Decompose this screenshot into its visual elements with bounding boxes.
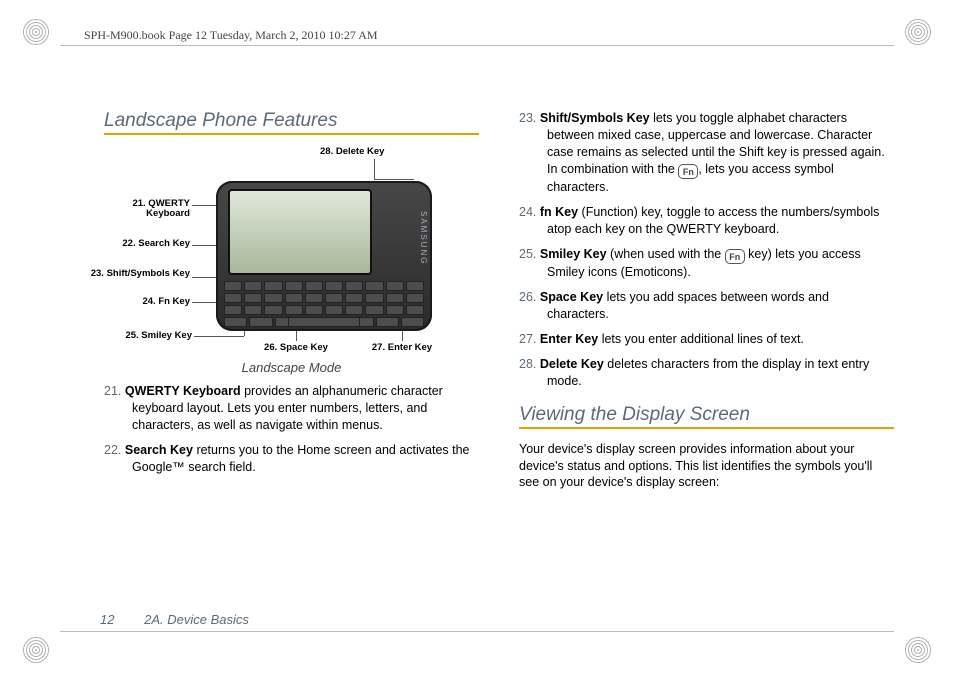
- leader-line: [194, 336, 244, 337]
- callout-26: 26. Space Key: [256, 343, 336, 353]
- item-term: Enter Key: [540, 332, 598, 346]
- page-footer: 12 2A. Device Basics: [100, 612, 249, 627]
- fn-key-icon: Fn: [678, 164, 698, 179]
- item-term: Space Key: [540, 290, 603, 304]
- feature-list-left: 21. QWERTY Keyboard provides an alphanum…: [104, 383, 479, 475]
- display-intro-paragraph: Your device's display screen provides in…: [519, 441, 894, 492]
- rule-line: [60, 631, 894, 632]
- item-term: Shift/Symbols Key: [540, 111, 650, 125]
- item-number: 21.: [104, 384, 125, 398]
- item-number: 22.: [104, 443, 125, 457]
- spacebar-key: [288, 317, 360, 327]
- item-number: 24.: [519, 205, 540, 219]
- callout-24: 24. Fn Key: [126, 297, 190, 307]
- item-number: 25.: [519, 247, 540, 261]
- leader-line: [374, 179, 414, 180]
- item-term: QWERTY Keyboard: [125, 384, 241, 398]
- feature-item: 23. Shift/Symbols Key lets you toggle al…: [519, 110, 894, 196]
- item-number: 28.: [519, 357, 540, 371]
- feature-list-right: 23. Shift/Symbols Key lets you toggle al…: [519, 110, 894, 390]
- landscape-phone-figure: 28. Delete Key 21. QWERTY Keyboard 22. S…: [104, 147, 479, 375]
- callout-25: 25. Smiley Key: [104, 331, 192, 341]
- callout-23: 23. Shift/Symbols Key: [84, 269, 190, 279]
- page-body: Landscape Phone Features 28. Delete Key …: [104, 110, 894, 612]
- callout-27: 27. Enter Key: [362, 343, 442, 353]
- phone-illustration: SAMSUNG: [216, 181, 432, 331]
- left-column: Landscape Phone Features 28. Delete Key …: [104, 110, 479, 612]
- section-title-landscape: Landscape Phone Features: [104, 110, 479, 135]
- page-number: 12: [100, 612, 114, 627]
- item-term: Delete Key: [540, 357, 604, 371]
- phone-screen: [228, 189, 372, 275]
- corner-ornament-icon: [22, 18, 50, 46]
- right-column: 23. Shift/Symbols Key lets you toggle al…: [519, 110, 894, 612]
- callout-21: 21. QWERTY Keyboard: [98, 199, 190, 219]
- feature-item: 28. Delete Key deletes characters from t…: [519, 356, 894, 390]
- figure-caption: Landscape Mode: [104, 360, 479, 375]
- corner-ornament-icon: [904, 636, 932, 664]
- feature-item: 21. QWERTY Keyboard provides an alphanum…: [104, 383, 479, 434]
- item-number: 27.: [519, 332, 540, 346]
- item-term: Smiley Key: [540, 247, 607, 261]
- corner-ornament-icon: [904, 18, 932, 46]
- feature-item: 26. Space Key lets you add spaces betwee…: [519, 289, 894, 323]
- corner-ornament-icon: [22, 636, 50, 664]
- leader-line: [374, 159, 375, 179]
- callout-22: 22. Search Key: [98, 239, 190, 249]
- item-term: Search Key: [125, 443, 193, 457]
- callout-28: 28. Delete Key: [320, 147, 384, 157]
- rule-line: [60, 45, 894, 46]
- feature-item: 27. Enter Key lets you enter additional …: [519, 331, 894, 348]
- item-number: 23.: [519, 111, 540, 125]
- section-title-display: Viewing the Display Screen: [519, 404, 894, 429]
- item-number: 26.: [519, 290, 540, 304]
- feature-item: 25. Smiley Key (when used with the Fn ke…: [519, 246, 894, 281]
- book-meta-line: SPH-M900.book Page 12 Tuesday, March 2, …: [84, 28, 378, 43]
- feature-item: 22. Search Key returns you to the Home s…: [104, 442, 479, 476]
- brand-label: SAMSUNG: [419, 211, 428, 265]
- item-term: fn Key: [540, 205, 578, 219]
- chapter-label: 2A. Device Basics: [144, 612, 249, 627]
- feature-item: 24. fn Key (Function) key, toggle to acc…: [519, 204, 894, 238]
- fn-key-icon: Fn: [725, 249, 745, 264]
